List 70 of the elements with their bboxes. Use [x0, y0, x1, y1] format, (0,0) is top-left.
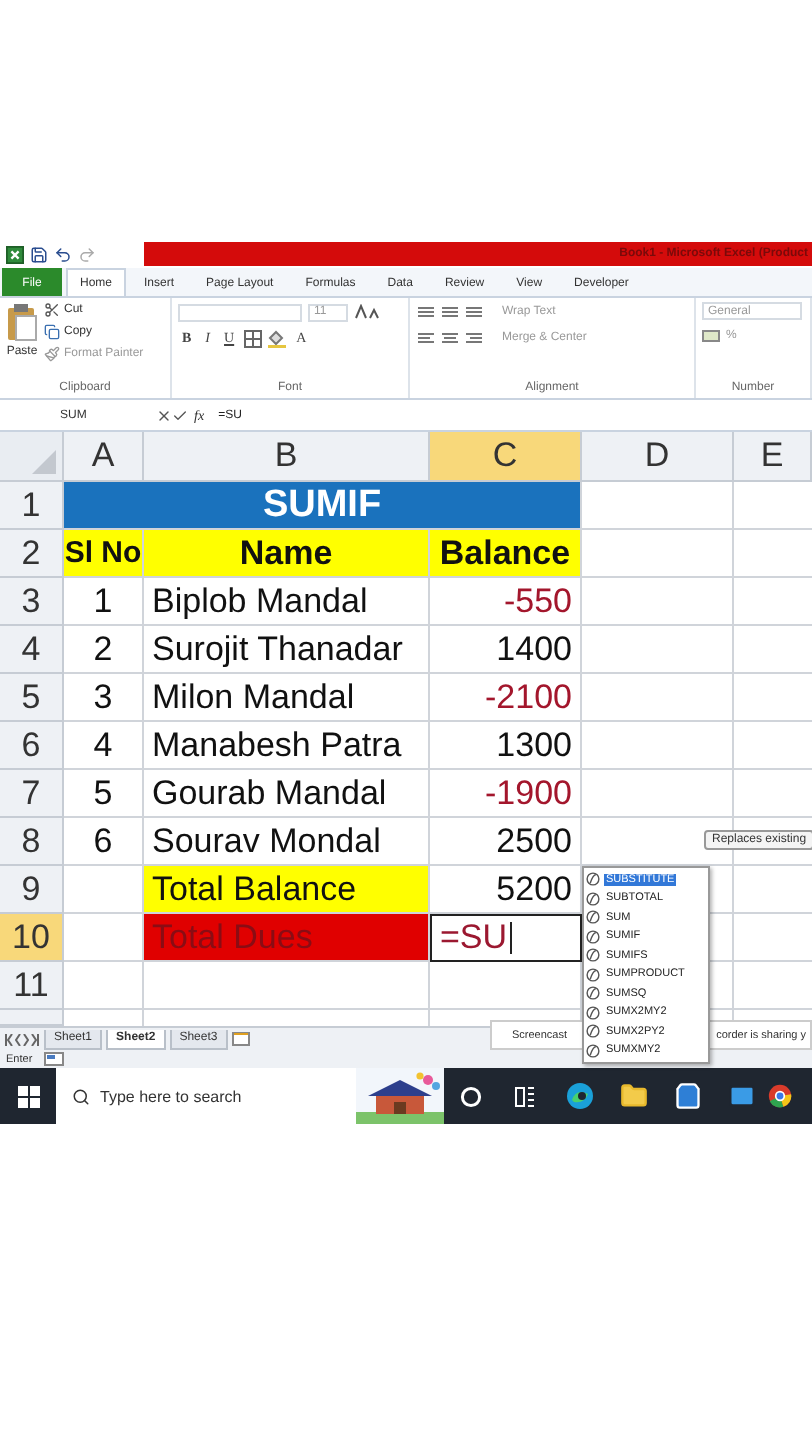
column-header[interactable]: C: [430, 432, 582, 482]
function-icon: [586, 986, 600, 1001]
search-icon: [72, 1087, 90, 1105]
row-header[interactable]: 6: [0, 722, 64, 770]
column-header[interactable]: D: [582, 432, 734, 482]
function-icon: [586, 1024, 600, 1039]
table-cell: Surojit Thanadar: [144, 626, 430, 674]
table-cell: Total Dues: [144, 914, 430, 962]
column-header[interactable]: E: [734, 432, 812, 482]
function-icon: [586, 891, 600, 906]
new-sheet-icon[interactable]: [231, 1032, 250, 1046]
table-cell: 3: [64, 674, 144, 722]
table-cell: Manabesh Patra: [144, 722, 430, 770]
currency-icon[interactable]: [702, 328, 720, 344]
table-cell: 1: [64, 578, 144, 626]
table-cell: 1300: [430, 722, 582, 770]
row-header[interactable]: 10: [0, 914, 64, 962]
table-cell: Balance: [430, 530, 582, 578]
windows-logo-icon: [17, 1085, 39, 1107]
undo-icon[interactable]: [54, 245, 72, 263]
cancel-icon[interactable]: [156, 407, 172, 423]
font-size-icon[interactable]: [354, 304, 382, 320]
function-icon: [586, 967, 600, 982]
fill-color-icon[interactable]: [268, 329, 287, 347]
save-icon[interactable]: [30, 245, 48, 263]
row-header[interactable]: 4: [0, 626, 64, 674]
table-cell: 6: [64, 818, 144, 866]
table-cell: 4: [64, 722, 144, 770]
sheet-navigation-icon[interactable]: [4, 1033, 40, 1045]
triangle-icon: [32, 450, 56, 474]
table-cell: Total Balance: [144, 866, 430, 914]
font-name-field[interactable]: [178, 303, 302, 321]
row-header[interactable]: 2: [0, 530, 64, 578]
table-cell: 5: [64, 770, 144, 818]
function-icon: [586, 929, 600, 944]
copy-icon: [44, 324, 60, 340]
spreadsheet-icon[interactable]: [6, 245, 24, 263]
table-cell: 1400: [430, 626, 582, 674]
function-icon: [586, 872, 600, 887]
macro-record-icon[interactable]: [44, 1052, 65, 1066]
table-cell: -1900: [430, 770, 582, 818]
function-icon: [586, 1043, 600, 1058]
column-header[interactable]: B: [144, 432, 430, 482]
table-cell: SUMIF: [64, 482, 582, 530]
row-header[interactable]: 3: [0, 578, 64, 626]
search-field[interactable]: Type here to search: [56, 1068, 356, 1124]
row-header[interactable]: 8: [0, 818, 64, 866]
table-cell: Sl No: [64, 530, 144, 578]
table-cell: 2500: [430, 818, 582, 866]
brush-icon: [44, 346, 60, 362]
row-header[interactable]: 7: [0, 770, 64, 818]
row-header[interactable]: 5: [0, 674, 64, 722]
table-cell: Gourab Mandal: [144, 770, 430, 818]
table-cell: 2: [64, 626, 144, 674]
table-cell: -550: [430, 578, 582, 626]
table-cell: Biplob Mandal: [144, 578, 430, 626]
row-header[interactable]: 1: [0, 482, 64, 530]
table-cell: -2100: [430, 674, 582, 722]
column-header[interactable]: A: [64, 432, 144, 482]
enter-icon[interactable]: [172, 407, 188, 423]
cell-editor[interactable]: =SU: [430, 914, 582, 962]
function-icon: [586, 910, 600, 925]
row-header[interactable]: 9: [0, 866, 64, 914]
borders-icon[interactable]: [244, 329, 263, 347]
table-cell: Milon Mandal: [144, 674, 430, 722]
table-cell: Name: [144, 530, 430, 578]
row-header[interactable]: 11: [0, 962, 64, 1010]
scissors-icon: [44, 302, 60, 318]
function-icon: [586, 948, 600, 963]
function-icon: [586, 1005, 600, 1020]
